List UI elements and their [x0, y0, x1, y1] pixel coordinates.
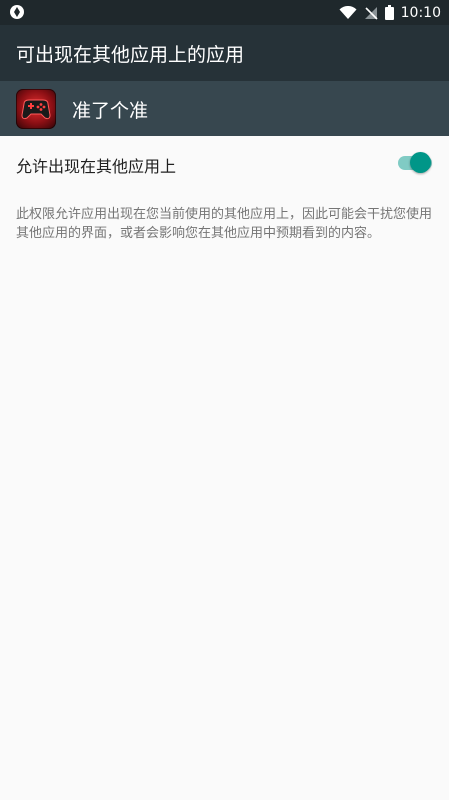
- wifi-icon: [339, 5, 357, 19]
- battery-icon: [384, 5, 394, 20]
- page-title: 可出现在其他应用上的应用: [16, 44, 245, 66]
- status-bar: 10:10: [0, 0, 449, 25]
- permission-description: 此权限允许应用出现在您当前使用的其他应用上，因此可能会干扰您使用其他应用的界面，…: [16, 207, 433, 241]
- app-name: 准了个准: [72, 100, 149, 122]
- allow-overlay-label: 允许出现在其他应用上: [16, 157, 177, 176]
- allow-overlay-row[interactable]: 允许出现在其他应用上: [0, 136, 449, 192]
- circle-logo-icon: [10, 5, 24, 19]
- toolbar: 可出现在其他应用上的应用: [0, 25, 449, 81]
- gamepad-icon: [16, 89, 56, 129]
- allow-overlay-toggle[interactable]: [398, 150, 432, 176]
- toggle-thumb: [410, 152, 431, 173]
- app-header: 准了个准: [0, 81, 449, 136]
- status-time: 10:10: [400, 4, 441, 21]
- no-sim-icon: [364, 6, 378, 20]
